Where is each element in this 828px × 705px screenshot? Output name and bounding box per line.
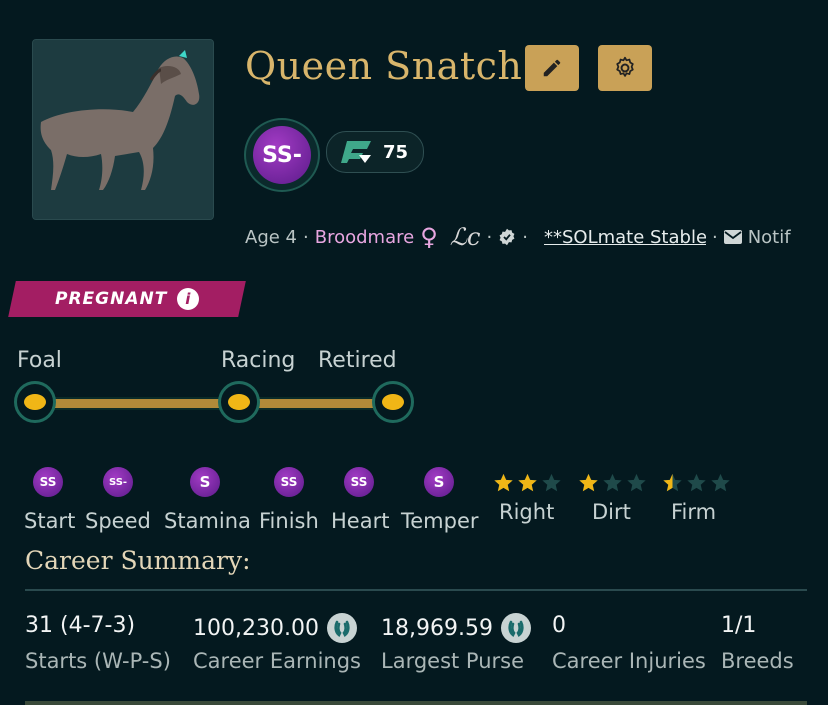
star-icon	[627, 473, 646, 492]
dirt-label: Dirt	[592, 500, 631, 524]
right-label: Right	[499, 500, 555, 524]
career-injuries-label: Career Injuries	[552, 649, 706, 673]
lifecycle-track-segment	[256, 397, 376, 410]
divider	[25, 589, 807, 591]
pencil-icon	[543, 59, 561, 77]
start-label: Start	[24, 509, 76, 533]
female-icon: ♀	[420, 223, 438, 251]
separator-dot: ·	[303, 226, 309, 248]
starts-value: 31 (4-7-3)	[25, 613, 136, 638]
start-grade-badge: SS	[33, 467, 63, 497]
pregnant-label: PREGNANT	[54, 289, 168, 309]
verified-icon	[499, 228, 515, 246]
horse-portrait	[32, 39, 214, 220]
pregnant-status-banner: PREGNANT i	[8, 281, 246, 317]
separator-dot: ·	[522, 226, 528, 248]
overall-grade-badge: SS-	[244, 118, 320, 192]
career-summary-title: Career Summary:	[25, 546, 251, 575]
temper-label: Temper	[401, 509, 479, 533]
stage-racing-node	[218, 381, 260, 423]
overall-grade-text: SS-	[253, 126, 311, 184]
temper-grade-badge: S	[424, 467, 454, 497]
owner-link[interactable]: **SOLmate Stable	[544, 227, 706, 248]
gear-icon	[616, 56, 634, 77]
stamina-grade-badge: S	[190, 467, 220, 497]
breeds-label: Breeds	[721, 649, 794, 673]
star-icon	[542, 473, 561, 492]
right-rating-stars	[492, 472, 563, 494]
settings-button[interactable]	[598, 45, 652, 91]
career-earnings-value: 100,230.00	[193, 613, 357, 643]
firm-label: Firm	[671, 500, 717, 524]
firm-rating-stars	[661, 472, 732, 494]
lineage-icon: ℒc	[449, 223, 481, 251]
breeds-value: 1/1	[721, 613, 757, 638]
speed-label: Speed	[85, 509, 151, 533]
stage-racing-label: Racing	[221, 348, 296, 373]
bottom-edge	[25, 701, 807, 705]
star-icon	[603, 473, 622, 492]
star-icon	[494, 473, 513, 492]
separator-dot: ·	[711, 226, 718, 248]
starts-label: Starts (W-P-S)	[25, 649, 171, 673]
rating-logo-icon	[341, 141, 371, 163]
stage-foal-label: Foal	[17, 348, 62, 373]
stamina-label: Stamina	[164, 509, 251, 533]
star-icon	[579, 473, 598, 492]
star-icon	[711, 473, 730, 492]
speed-grade-badge: SS-	[103, 467, 133, 497]
career-earnings-label: Career Earnings	[193, 649, 361, 673]
career-injuries-value: 0	[552, 613, 566, 638]
lifecycle-track-segment	[52, 397, 224, 410]
rating-value: 75	[383, 141, 409, 163]
notify-link[interactable]: Notif	[748, 227, 791, 248]
star-icon	[687, 473, 706, 492]
meta-row: Age 4 · Broodmare ♀ ℒc · · **SOLmate Sta…	[245, 222, 791, 252]
horseshoe-coin-icon	[500, 613, 531, 643]
age-text: Age 4	[245, 226, 297, 248]
stage-foal-node	[14, 381, 56, 423]
largest-purse-label: Largest Purse	[381, 649, 525, 673]
edit-button[interactable]	[525, 45, 579, 91]
heart-label: Heart	[331, 509, 390, 533]
info-icon[interactable]: i	[177, 288, 200, 310]
horse-name: Queen Snatch	[245, 44, 523, 88]
horse-image	[33, 40, 213, 219]
stage-retired-label: Retired	[318, 348, 397, 373]
finish-label: Finish	[259, 509, 319, 533]
mail-icon	[723, 230, 742, 244]
separator-dot: ·	[486, 226, 493, 248]
dirt-rating-stars	[577, 472, 648, 494]
finish-grade-badge: SS	[274, 467, 304, 497]
largest-purse-value: 18,969.59	[381, 613, 531, 643]
horseshoe-coin-icon	[326, 613, 357, 643]
rating-pill: 75	[326, 131, 424, 173]
heart-grade-badge: SS	[344, 467, 374, 497]
star-icon	[518, 473, 537, 492]
star-icon	[663, 473, 682, 492]
stage-retired-node	[372, 381, 414, 423]
horse-type: Broodmare	[314, 226, 415, 248]
